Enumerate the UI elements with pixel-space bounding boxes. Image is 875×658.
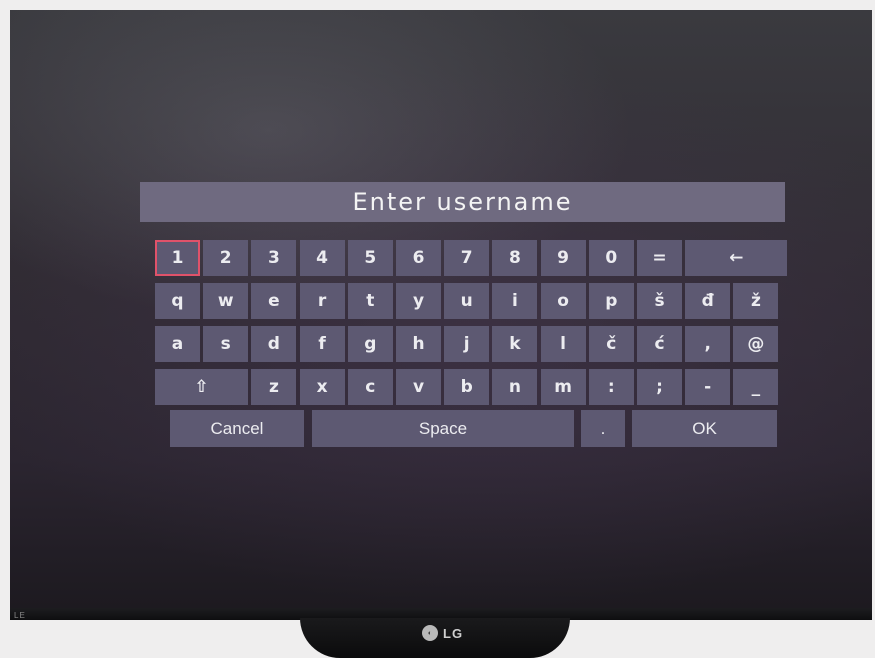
key-0[interactable]: 0 — [588, 240, 634, 276]
cancel-button[interactable]: Cancel — [170, 410, 304, 447]
key-č[interactable]: č — [588, 326, 634, 362]
key-i[interactable]: i — [492, 283, 538, 319]
key-h[interactable]: h — [396, 326, 441, 362]
key-5[interactable]: 5 — [347, 240, 393, 276]
ok-button[interactable]: OK — [632, 410, 777, 447]
key-š[interactable]: š — [637, 283, 682, 319]
key-b[interactable]: b — [444, 369, 490, 405]
lg-logo: ◐ LG — [422, 624, 463, 642]
shift-key[interactable]: ⇧ — [155, 369, 248, 405]
dialog-title: Enter username — [140, 182, 785, 222]
monitor: Enter username 1 2 3 4 5 6 7 8 9 0 = ← q w e r t y u i o p š đ ž… — [10, 10, 872, 620]
key-p[interactable]: p — [588, 283, 634, 319]
key-1[interactable]: 1 — [155, 240, 200, 276]
key-7[interactable]: 7 — [444, 240, 490, 276]
key-w[interactable]: w — [203, 283, 249, 319]
key-q[interactable]: q — [155, 283, 200, 319]
key-j[interactable]: j — [444, 326, 490, 362]
comma-key[interactable]: , — [685, 326, 731, 362]
key-6[interactable]: 6 — [396, 240, 441, 276]
key-o[interactable]: o — [540, 283, 586, 319]
colon-key[interactable]: : — [588, 369, 634, 405]
key-đ[interactable]: đ — [685, 283, 731, 319]
key-t[interactable]: t — [347, 283, 393, 319]
key-ć[interactable]: ć — [637, 326, 682, 362]
key-m[interactable]: m — [540, 369, 586, 405]
key-z[interactable]: z — [251, 369, 297, 405]
lg-logo-text: LG — [443, 625, 464, 641]
key-u[interactable]: u — [444, 283, 490, 319]
username-keyboard-dialog: Enter username 1 2 3 4 5 6 7 8 9 0 = ← q w e r t y u i o p š đ ž… — [140, 182, 788, 472]
monitor-brand-left: LE — [14, 611, 26, 620]
key-v[interactable]: v — [396, 369, 441, 405]
underscore-key[interactable]: _ — [733, 369, 779, 405]
lg-logo-icon: ◐ — [422, 625, 438, 641]
key-x[interactable]: x — [299, 369, 345, 405]
key-k[interactable]: k — [492, 326, 538, 362]
key-3[interactable]: 3 — [251, 240, 297, 276]
at-key[interactable]: @ — [733, 326, 779, 362]
key-4[interactable]: 4 — [299, 240, 345, 276]
key-f[interactable]: f — [299, 326, 345, 362]
key-a[interactable]: a — [155, 326, 200, 362]
key-8[interactable]: 8 — [492, 240, 538, 276]
key-c[interactable]: c — [347, 369, 393, 405]
key-l[interactable]: l — [540, 326, 586, 362]
key-s[interactable]: s — [203, 326, 249, 362]
semicolon-key[interactable]: ; — [637, 369, 682, 405]
hyphen-key[interactable]: - — [685, 369, 731, 405]
space-key[interactable]: Space — [312, 410, 574, 447]
key-e[interactable]: e — [251, 283, 297, 319]
period-key[interactable]: . — [581, 410, 625, 447]
key-r[interactable]: r — [299, 283, 345, 319]
backspace-key[interactable]: ← — [685, 240, 788, 276]
key-y[interactable]: y — [396, 283, 441, 319]
equals-key[interactable]: = — [637, 240, 682, 276]
key-9[interactable]: 9 — [540, 240, 586, 276]
key-ž[interactable]: ž — [733, 283, 779, 319]
key-g[interactable]: g — [347, 326, 393, 362]
key-2[interactable]: 2 — [203, 240, 249, 276]
key-n[interactable]: n — [492, 369, 538, 405]
key-d[interactable]: d — [251, 326, 297, 362]
screen: Enter username 1 2 3 4 5 6 7 8 9 0 = ← q w e r t y u i o p š đ ž… — [10, 10, 872, 608]
